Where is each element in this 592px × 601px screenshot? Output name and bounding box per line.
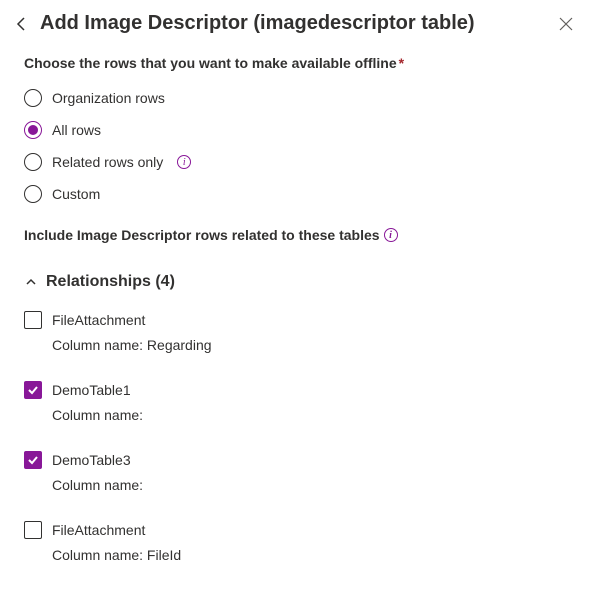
radio-icon	[24, 121, 42, 139]
radio-label: All rows	[52, 122, 101, 138]
radio-label: Related rows only	[52, 154, 163, 170]
rows-radio-group: Organization rows All rows Related rows …	[24, 89, 568, 203]
info-icon[interactable]: i	[177, 155, 191, 169]
back-arrow-icon[interactable]	[12, 14, 32, 34]
relationship-column: Column name:	[52, 407, 568, 423]
radio-icon	[24, 153, 42, 171]
relationships-toggle[interactable]: Relationships (4)	[24, 273, 568, 291]
relationship-name: FileAttachment	[52, 312, 145, 328]
relationship-column: Column name: FileId	[52, 547, 568, 563]
choose-rows-text: Choose the rows that you want to make av…	[24, 55, 397, 71]
radio-custom[interactable]: Custom	[24, 185, 568, 203]
relationship-name: DemoTable1	[52, 382, 131, 398]
relationship-column: Column name:	[52, 477, 568, 493]
relationships-list: FileAttachment Column name: Regarding De…	[24, 311, 568, 563]
info-icon[interactable]: i	[384, 228, 398, 242]
radio-organization-rows[interactable]: Organization rows	[24, 89, 568, 107]
relationship-checkbox-row[interactable]: DemoTable1	[24, 381, 568, 399]
choose-rows-label: Choose the rows that you want to make av…	[24, 55, 568, 71]
relationship-column: Column name: Regarding	[52, 337, 568, 353]
dialog-content: Choose the rows that you want to make av…	[0, 55, 592, 563]
dialog-header: Add Image Descriptor (imagedescriptor ta…	[0, 0, 592, 55]
radio-icon	[24, 185, 42, 203]
relationship-item: DemoTable3 Column name:	[24, 451, 568, 493]
checkbox-icon[interactable]	[24, 451, 42, 469]
radio-label: Custom	[52, 186, 100, 202]
relationship-name: FileAttachment	[52, 522, 145, 538]
required-asterisk: *	[399, 55, 404, 71]
relationship-checkbox-row[interactable]: FileAttachment	[24, 521, 568, 539]
relationship-name: DemoTable3	[52, 452, 131, 468]
radio-related-rows[interactable]: Related rows only i	[24, 153, 568, 171]
include-tables-label: Include Image Descriptor rows related to…	[24, 227, 568, 243]
include-tables-text: Include Image Descriptor rows related to…	[24, 227, 380, 243]
relationship-checkbox-row[interactable]: FileAttachment	[24, 311, 568, 329]
close-icon[interactable]	[556, 14, 576, 34]
radio-label: Organization rows	[52, 90, 165, 106]
radio-dot-icon	[28, 125, 38, 135]
relationship-item: DemoTable1 Column name:	[24, 381, 568, 423]
checkbox-icon[interactable]	[24, 521, 42, 539]
dialog-title: Add Image Descriptor (imagedescriptor ta…	[40, 12, 556, 35]
checkbox-icon[interactable]	[24, 311, 42, 329]
chevron-up-icon	[24, 275, 38, 289]
checkbox-icon[interactable]	[24, 381, 42, 399]
relationship-checkbox-row[interactable]: DemoTable3	[24, 451, 568, 469]
relationship-item: FileAttachment Column name: Regarding	[24, 311, 568, 353]
relationships-title: Relationships (4)	[46, 273, 175, 291]
radio-icon	[24, 89, 42, 107]
radio-all-rows[interactable]: All rows	[24, 121, 568, 139]
relationship-item: FileAttachment Column name: FileId	[24, 521, 568, 563]
